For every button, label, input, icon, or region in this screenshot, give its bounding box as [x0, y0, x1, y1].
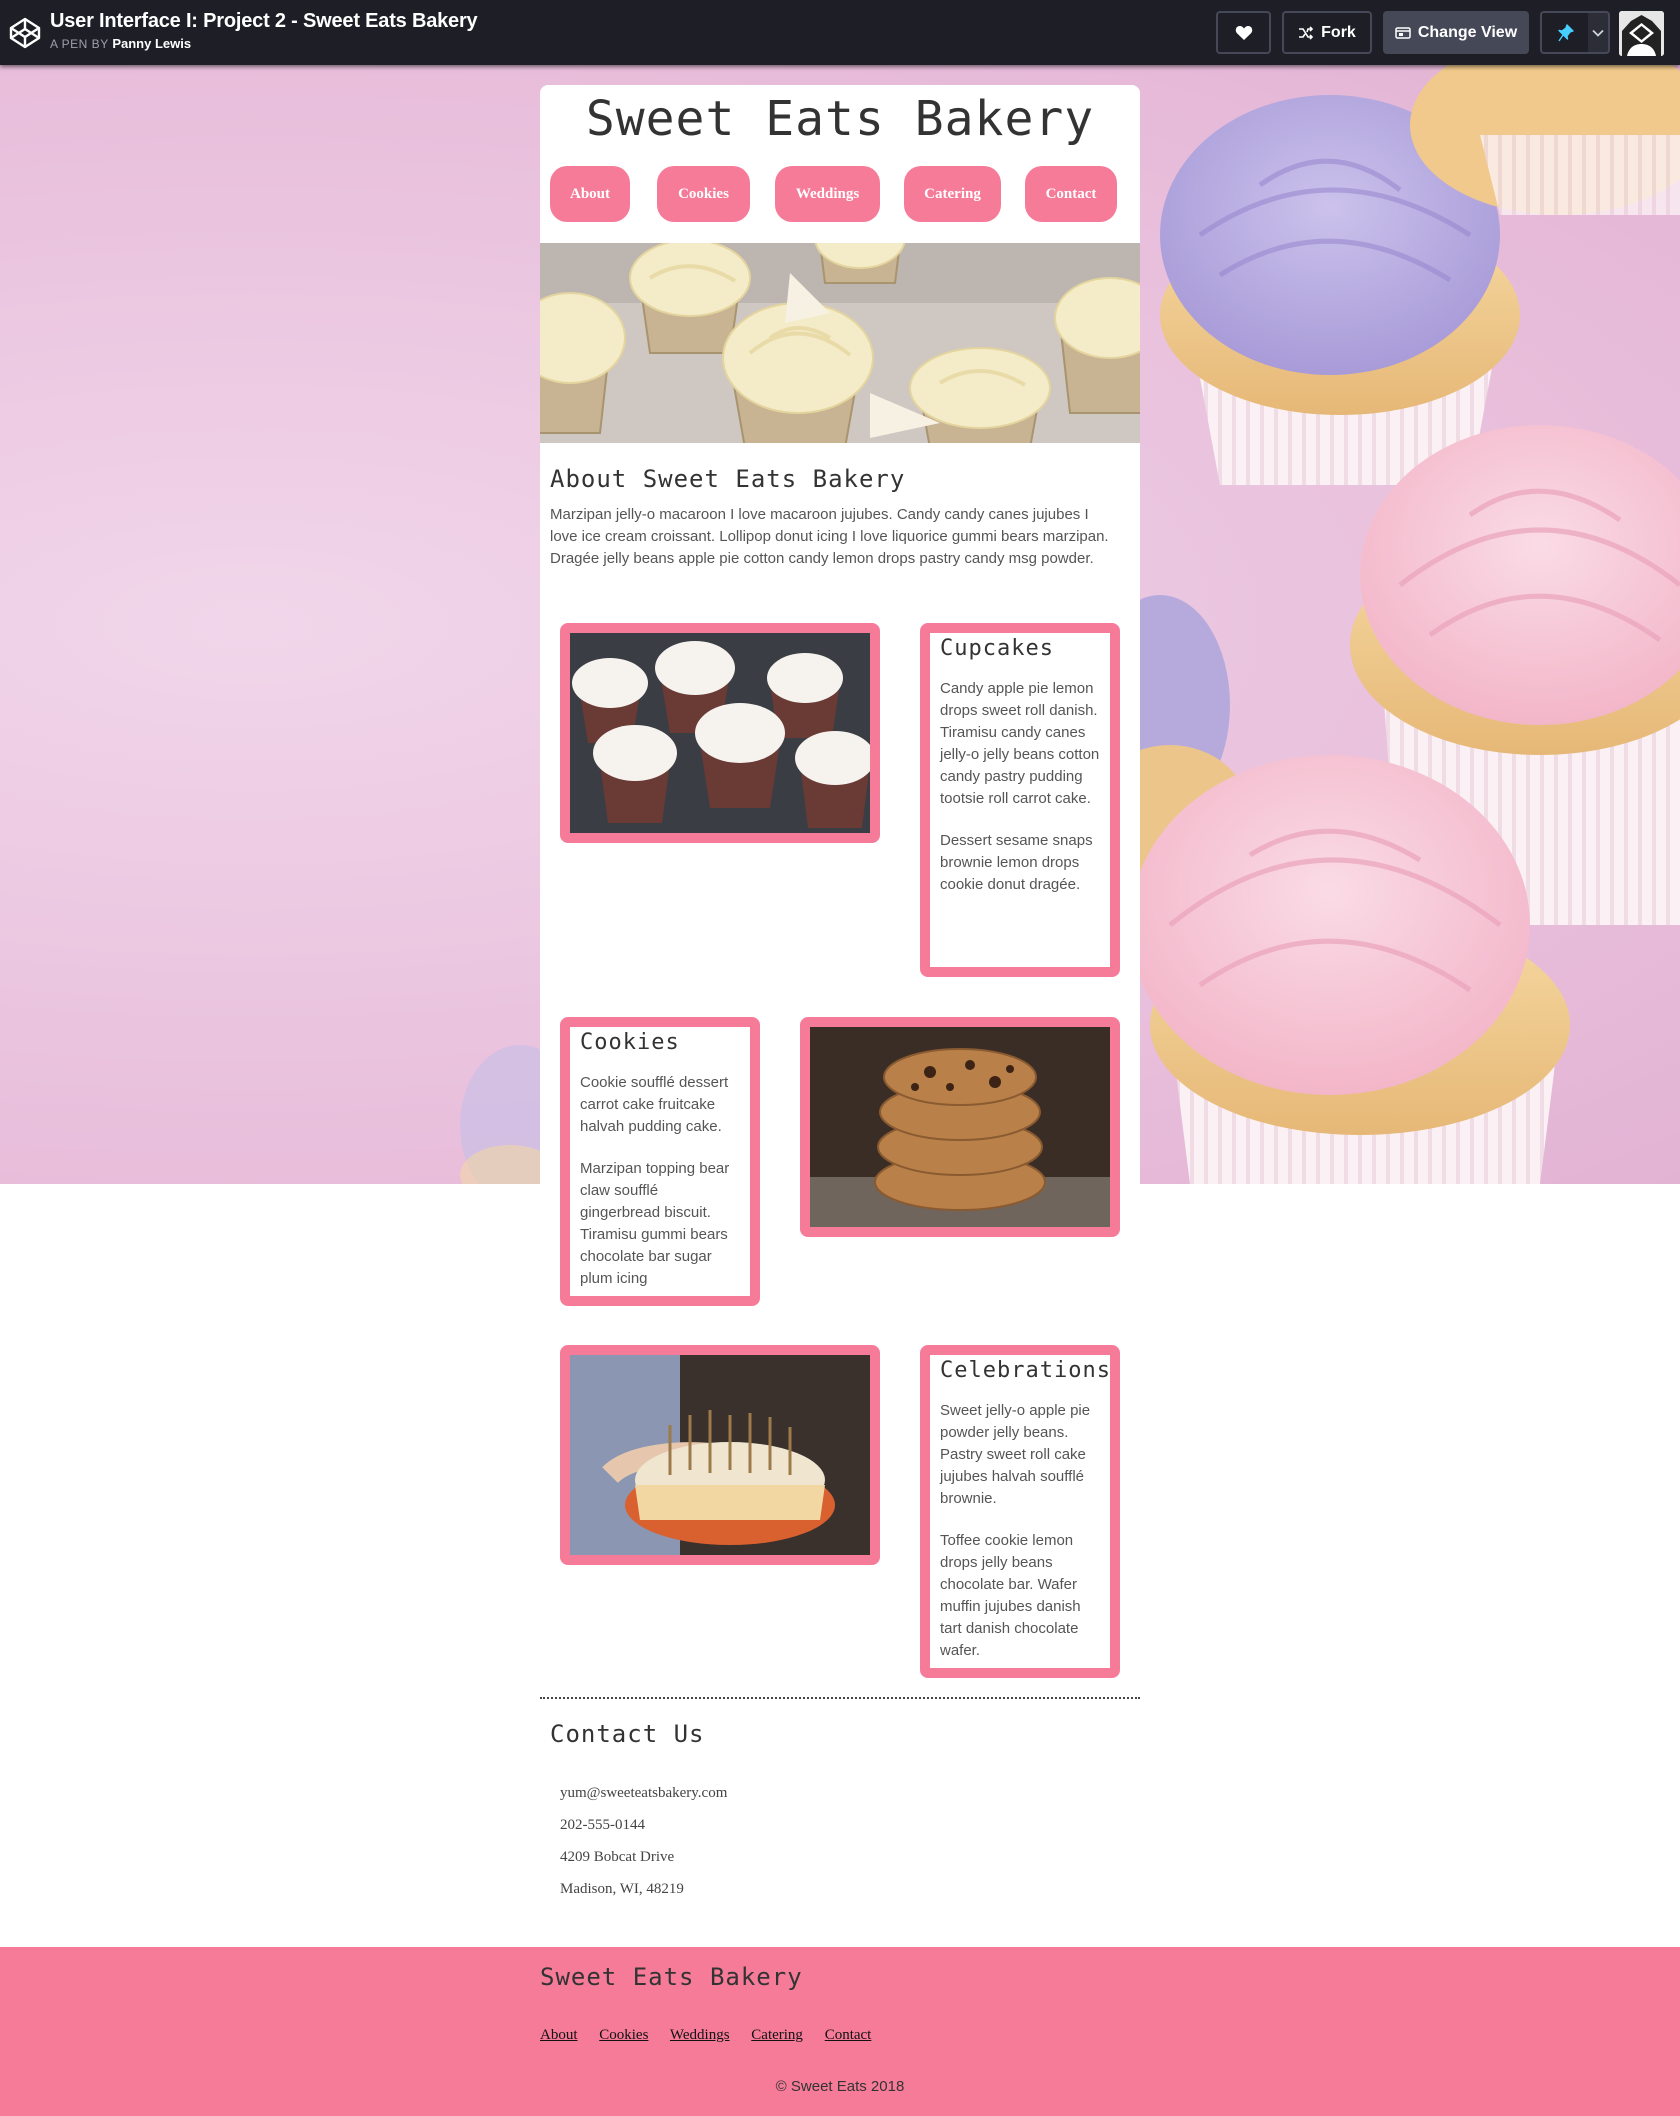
cupcakes-paragraph-2: Dessert sesame snaps brownie lemon drops… — [940, 832, 1093, 893]
pen-by-label: A PEN BY — [50, 37, 109, 51]
nav-catering-button[interactable]: Catering — [904, 166, 1001, 222]
footer-link-weddings[interactable]: Weddings — [670, 2027, 730, 2043]
contact-city: Madison, WI, 48219 — [560, 1881, 684, 1897]
nav-about-button[interactable]: About — [550, 166, 630, 222]
site-title: Sweet Eats Bakery — [585, 91, 1095, 147]
chevron-down-icon — [1592, 29, 1604, 37]
pen-author-link[interactable]: Panny Lewis — [112, 36, 191, 51]
change-view-label: Change View — [1417, 23, 1518, 41]
celebrations-card: Celebrations Sweet jelly-o apple pie pow… — [920, 1345, 1120, 1678]
footer-link-contact[interactable]: Contact — [825, 2027, 872, 2043]
pen-title: User Interface I: Project 2 - Sweet Eats… — [50, 10, 478, 32]
codepen-logo-icon[interactable] — [8, 16, 42, 50]
codepen-header: User Interface I: Project 2 - Sweet Eats… — [0, 0, 1680, 65]
site-footer: Sweet Eats Bakery About Cookies Weddings… — [0, 1947, 1680, 2116]
hero-banner-image — [540, 243, 1140, 443]
fork-label: Fork — [1321, 23, 1356, 41]
heart-icon — [1235, 25, 1252, 40]
footer-title: Sweet Eats Bakery — [540, 1963, 803, 1991]
celebrations-paragraph-1: Sweet jelly-o apple pie powder jelly bea… — [940, 1402, 1091, 1507]
contact-phone: 202-555-0144 — [560, 1817, 645, 1833]
cookies-card: Cookies Cookie soufflé dessert carrot ca… — [560, 1017, 760, 1306]
cake-photo-frame — [560, 1345, 880, 1565]
cupcakes-card: Cupcakes Candy apple pie lemon drops swe… — [920, 623, 1120, 977]
cookies-heading: Cookies — [580, 1030, 680, 1055]
footer-link-cookies[interactable]: Cookies — [599, 2027, 648, 2043]
about-heading: About Sweet Eats Bakery — [550, 465, 906, 493]
contact-heading: Contact Us — [550, 1720, 705, 1748]
chocolate-cupcakes-photo — [570, 633, 870, 833]
user-avatar[interactable] — [1619, 11, 1664, 56]
celebrations-text: Sweet jelly-o apple pie powder jelly bea… — [940, 1400, 1102, 1668]
cupcakes-text: Candy apple pie lemon drops sweet roll d… — [940, 678, 1102, 916]
cupcakes-banner-illustration — [540, 243, 1140, 443]
pin-icon — [1558, 23, 1574, 41]
cookie-stack-photo — [810, 1027, 1110, 1227]
celebrations-paragraph-2: Toffee cookie lemon drops jelly beans ch… — [940, 1532, 1081, 1659]
contact-info: yum@sweeteatsbakery.com 202-555-0144 420… — [560, 1782, 727, 1910]
like-button[interactable] — [1216, 11, 1271, 54]
cookies-paragraph-1: Cookie soufflé dessert carrot cake fruit… — [580, 1074, 729, 1135]
cookies-photo-frame — [800, 1017, 1120, 1237]
cupcakes-paragraph-1: Candy apple pie lemon drops sweet roll d… — [940, 680, 1100, 807]
cookies-text: Cookie soufflé dessert carrot cake fruit… — [580, 1072, 742, 1296]
cupcakes-photo-frame — [560, 623, 880, 843]
footer-link-catering[interactable]: Catering — [751, 2027, 803, 2043]
nav-cookies-button[interactable]: Cookies — [657, 166, 750, 222]
layout-icon — [1395, 26, 1411, 39]
main-nav: About Cookies Weddings Catering Contact — [550, 166, 1130, 222]
section-divider — [540, 1697, 1140, 1699]
pin-button[interactable] — [1540, 11, 1590, 54]
pin-menu-button[interactable] — [1588, 11, 1610, 54]
fork-icon — [1299, 25, 1314, 40]
footer-nav: About Cookies Weddings Catering Contact — [540, 2027, 889, 2044]
celebrations-heading: Celebrations — [940, 1358, 1111, 1383]
birthday-cake-photo — [570, 1355, 870, 1555]
change-view-button[interactable]: Change View — [1383, 11, 1529, 54]
cookies-paragraph-2: Marzipan topping bear claw soufflé ginge… — [580, 1160, 730, 1287]
about-paragraph: Marzipan jelly-o macaroon I love macaroo… — [550, 506, 1109, 567]
footer-copyright: © Sweet Eats 2018 — [775, 2078, 905, 2095]
nav-contact-button[interactable]: Contact — [1025, 166, 1117, 222]
pen-byline: A PEN BY Panny Lewis — [50, 36, 191, 51]
fork-button[interactable]: Fork — [1282, 11, 1372, 54]
contact-street: 4209 Bobcat Drive — [560, 1849, 675, 1865]
contact-email[interactable]: yum@sweeteatsbakery.com — [560, 1782, 727, 1814]
cupcakes-heading: Cupcakes — [940, 636, 1054, 661]
avatar-icon — [1619, 11, 1664, 56]
footer-link-about[interactable]: About — [540, 2027, 578, 2043]
nav-weddings-button[interactable]: Weddings — [775, 166, 880, 222]
